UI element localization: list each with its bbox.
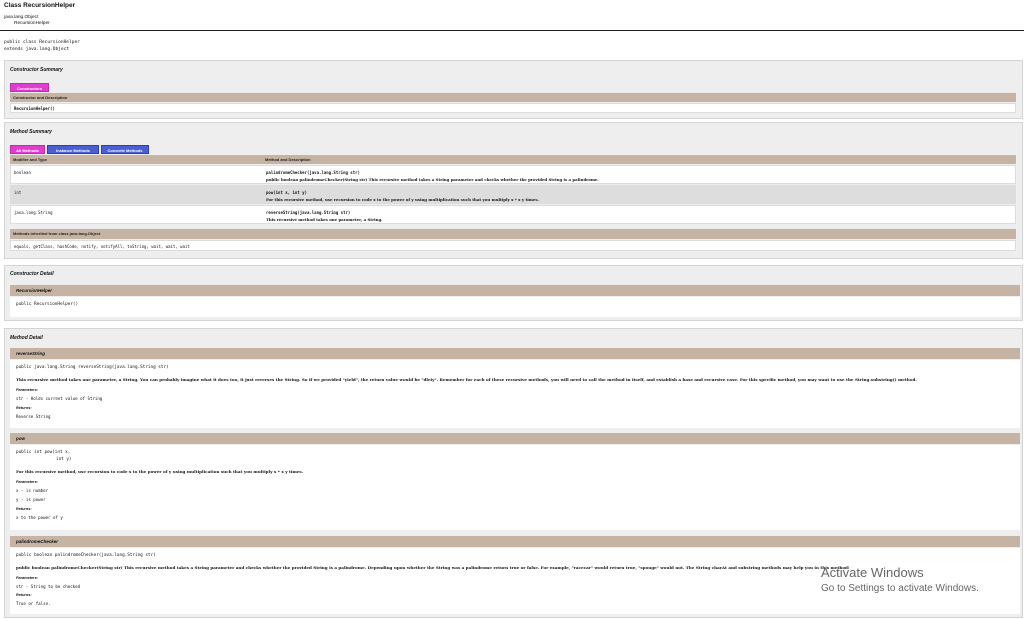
inherited-methods-header: Methods inherited from class java.lang.O… bbox=[10, 229, 1016, 239]
method-detail-description: For this recursive method, use recursion… bbox=[16, 469, 304, 474]
tab-all-methods[interactable]: All Methods bbox=[10, 145, 45, 154]
method-detail-name: palindromeChecker bbox=[10, 536, 1020, 547]
parameter-entry: str - String to be checked bbox=[16, 584, 81, 589]
parameter-entry: x - is number bbox=[16, 488, 49, 493]
method-detail-description: This recursive method takes one paramete… bbox=[16, 377, 917, 382]
constructor-detail-panel: Constructor Detail RecursionHelper publi… bbox=[4, 265, 1023, 321]
parameters-label: Parameters: bbox=[16, 480, 38, 484]
method-summary-heading: Method Summary bbox=[10, 129, 52, 135]
method-description: public boolean palindromeChecker(String … bbox=[266, 177, 599, 182]
method-detail-name: pow bbox=[10, 433, 1020, 444]
method-description: This recursive method takes one paramete… bbox=[266, 217, 383, 222]
activate-windows-title: Activate Windows bbox=[821, 565, 924, 580]
method-detail-body: public int pow(int x, int y) For this re… bbox=[10, 445, 1020, 530]
class-extends: extends java.lang.Object bbox=[4, 47, 70, 52]
method-link-pow[interactable]: pow(int x, int y) bbox=[266, 190, 307, 195]
table-row: java.lang.String reverseString(java.lang… bbox=[10, 205, 1016, 224]
method-description-column-header: Method and Description bbox=[262, 155, 1016, 164]
method-detail-heading: Method Detail bbox=[10, 335, 43, 341]
returns-value: x to the power of y bbox=[16, 515, 63, 520]
method-return-type: java.lang.String bbox=[14, 210, 53, 215]
header-divider bbox=[0, 30, 1024, 31]
tab-instance-methods[interactable]: Instance Methods bbox=[47, 145, 99, 154]
modifier-type-column-header: Modifier and Type bbox=[10, 155, 262, 164]
constructor-column-header: Constructor and Description bbox=[10, 93, 1016, 102]
table-row: int pow(int x, int y) For this recursive… bbox=[10, 185, 1016, 204]
method-summary-panel: Method Summary All Methods Instance Meth… bbox=[4, 122, 1023, 259]
constructor-summary-heading: Constructor Summary bbox=[10, 67, 63, 73]
table-row: RecursionHelper() bbox=[10, 103, 1016, 113]
inheritance-root[interactable]: java.lang.Object bbox=[4, 15, 38, 20]
constructor-detail-body: public RecursionHelper() bbox=[10, 297, 1020, 317]
inheritance-child: RecursionHelper bbox=[14, 21, 50, 26]
method-detail-body: public boolean palindromeChecker(java.la… bbox=[10, 548, 1020, 614]
constructor-link[interactable]: RecursionHelper() bbox=[14, 106, 55, 111]
table-row: equals, getClass, hashCode, notify, noti… bbox=[10, 240, 1016, 251]
parameter-entry: y - is power bbox=[16, 497, 46, 502]
constructor-detail-name: RecursionHelper bbox=[10, 285, 1020, 296]
constructor-detail-heading: Constructor Detail bbox=[10, 271, 54, 277]
constructor-signature: public RecursionHelper() bbox=[16, 302, 79, 307]
returns-value: True or false. bbox=[16, 601, 51, 606]
tab-concrete-methods[interactable]: Concrete Methods bbox=[101, 145, 149, 154]
method-detail-name: reverseString bbox=[10, 348, 1020, 359]
returns-value: Reverse String bbox=[16, 414, 51, 419]
page-title: Class RecursionHelper bbox=[4, 2, 76, 9]
method-detail-body: public java.lang.String reverseString(ja… bbox=[10, 360, 1020, 428]
method-signature: public boolean palindromeChecker(java.la… bbox=[16, 553, 156, 558]
table-row: boolean palindromeChecker(java.lang.Stri… bbox=[10, 165, 1016, 184]
method-link-reverse-string[interactable]: reverseString(java.lang.String str) bbox=[266, 210, 350, 215]
method-signature: public java.lang.String reverseString(ja… bbox=[16, 365, 169, 370]
method-signature-continued: int y) bbox=[56, 457, 72, 462]
returns-label: Returns: bbox=[16, 406, 32, 410]
method-description: For this recursive method, use recursion… bbox=[266, 197, 539, 202]
parameter-entry: str - Holds current value of String bbox=[16, 396, 103, 401]
parameters-label: Parameters: bbox=[16, 388, 38, 392]
parameters-label: Parameters: bbox=[16, 576, 38, 580]
returns-label: Returns: bbox=[16, 507, 32, 511]
method-signature: public int pow(int x, bbox=[16, 450, 71, 455]
tab-constructors[interactable]: Constructors bbox=[10, 83, 49, 92]
activate-windows-subtitle: Go to Settings to activate Windows. bbox=[821, 583, 979, 594]
method-return-type: boolean bbox=[14, 170, 31, 175]
method-link-palindrome-checker[interactable]: palindromeChecker(java.lang.String str) bbox=[266, 170, 360, 175]
constructor-summary-panel: Constructor Summary Constructors Constru… bbox=[4, 60, 1023, 119]
class-declaration: public class RecursionHelper bbox=[4, 40, 80, 45]
returns-label: Returns: bbox=[16, 593, 32, 597]
inherited-methods-list[interactable]: equals, getClass, hashCode, notify, noti… bbox=[14, 244, 190, 249]
method-return-type: int bbox=[14, 190, 22, 195]
method-detail-description: public boolean palindromeChecker(String … bbox=[16, 565, 850, 570]
